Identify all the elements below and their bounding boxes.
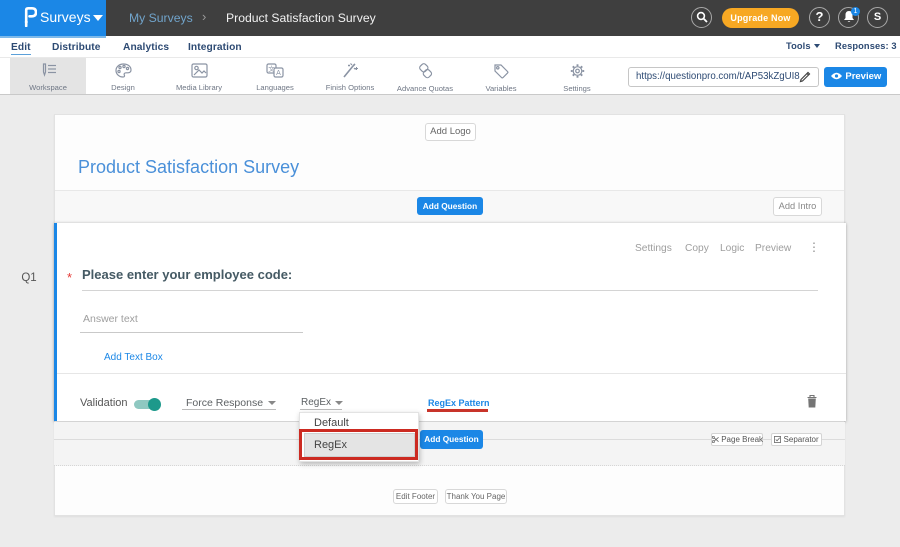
svg-text:文: 文 xyxy=(268,64,275,73)
svg-text:A: A xyxy=(276,70,281,77)
